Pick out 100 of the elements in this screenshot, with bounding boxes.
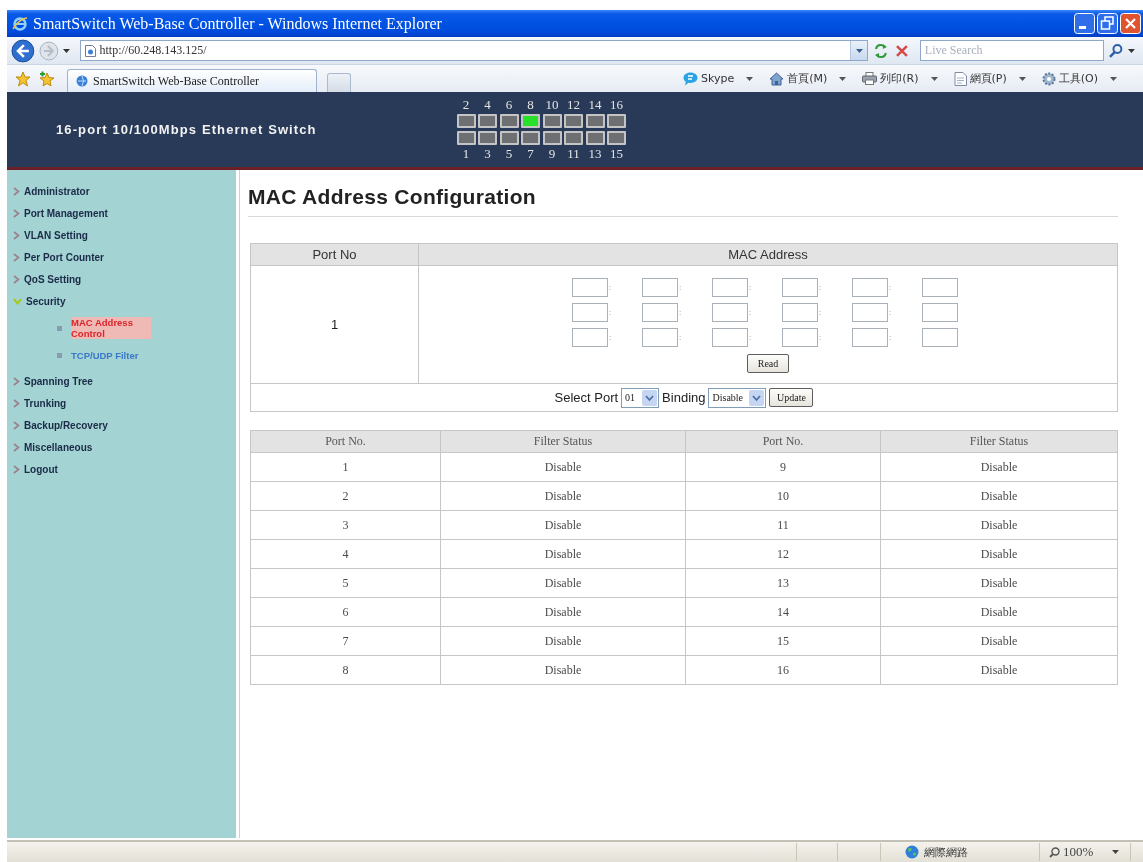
caret-down-icon (839, 76, 847, 81)
globe-icon (76, 75, 88, 87)
table-cell: 8 (250, 655, 441, 685)
back-icon[interactable] (11, 38, 35, 63)
table-cell: 9 (685, 452, 881, 482)
read-button[interactable]: Read (747, 354, 789, 373)
mac-input-field[interactable] (852, 303, 888, 322)
mac-input-field[interactable] (922, 278, 958, 297)
table-cell: Disable (440, 539, 686, 569)
table-cell: 1 (250, 452, 441, 482)
mac-input-field[interactable] (642, 278, 678, 297)
column-header: Filter Status (440, 430, 686, 453)
sidebar-item[interactable]: Trunking (24, 397, 67, 409)
table-cell: 3 (250, 510, 441, 540)
table-cell: 10 (685, 481, 881, 511)
command-button[interactable]: 首頁(M) (769, 71, 847, 86)
mac-input-field[interactable] (572, 278, 608, 297)
table-cell: Disable (880, 510, 1118, 540)
table-cell: Disable (880, 597, 1118, 627)
caret-down-icon (1128, 48, 1135, 53)
table-cell: 11 (685, 510, 881, 540)
command-button[interactable]: 列印(R) (862, 71, 938, 86)
logo-icon (12, 15, 28, 32)
colon-separator: : (609, 333, 612, 342)
sidebar-item[interactable]: Backup/Recovery (24, 419, 108, 431)
table-cell: 15 (685, 626, 881, 656)
sidebar-item[interactable]: Security (26, 295, 66, 307)
gear-icon (1041, 71, 1056, 86)
sidebar-item[interactable]: Administrator (24, 185, 90, 197)
port-number: 8 (527, 99, 534, 111)
colon-separator: : (679, 308, 682, 317)
address-dropdown-button[interactable] (850, 41, 868, 60)
browser-tab[interactable]: SmartSwitch Web-Base Controller (67, 69, 317, 92)
table-cell: 12 (685, 539, 881, 569)
search-icon[interactable] (1108, 42, 1125, 59)
colon-separator: : (889, 308, 892, 317)
command-button[interactable]: Skype (683, 71, 754, 86)
mac-input-field[interactable] (922, 303, 958, 322)
minimize-icon[interactable] (1074, 13, 1095, 34)
table-cell: 13 (685, 568, 881, 598)
mac-input-field[interactable] (572, 303, 608, 322)
port-number: 15 (610, 148, 623, 160)
mac-input-field[interactable] (782, 328, 818, 347)
caret-down-icon (1018, 76, 1026, 81)
port-number: 5 (505, 148, 513, 160)
port-select[interactable]: 01 (621, 387, 660, 408)
sidebar-item[interactable]: Spanning Tree (24, 375, 93, 387)
table-cell: Disable (880, 452, 1118, 482)
port-number: 11 (567, 148, 580, 160)
caret-down-icon (62, 48, 70, 53)
command-button[interactable]: 網頁(P) (953, 71, 1026, 86)
zone-label: 網際網路 (924, 844, 968, 860)
mac-input-field[interactable] (852, 328, 888, 347)
mac-input-field[interactable] (712, 278, 748, 297)
column-header: Port No. (250, 430, 441, 453)
close-icon[interactable] (1120, 13, 1141, 34)
new-tab-button[interactable] (327, 73, 351, 92)
add-favorite-icon[interactable] (39, 70, 55, 87)
table-cell: Disable (440, 655, 686, 685)
update-button[interactable]: Update (769, 388, 814, 407)
select-port-label: Select Port (554, 390, 619, 405)
binding-select[interactable]: Disable (708, 387, 767, 408)
colon-separator: : (819, 283, 822, 292)
mac-input-field[interactable] (852, 278, 888, 297)
sidebar-item[interactable]: Logout (24, 463, 58, 475)
port-number: 2 (462, 99, 470, 111)
table-cell: 6 (250, 597, 441, 627)
table-cell: 1 (250, 265, 419, 384)
port-number: 13 (588, 148, 602, 160)
colon-separator: : (819, 333, 822, 342)
mac-input-field[interactable] (642, 328, 678, 347)
column-header: MAC Address (418, 243, 1118, 266)
sidebar-item[interactable]: QoS Setting (24, 273, 82, 285)
star-icon[interactable] (15, 70, 31, 87)
sidebar-item[interactable]: Port Management (24, 207, 108, 219)
mac-input-field[interactable] (782, 278, 818, 297)
refresh-icon[interactable] (872, 41, 890, 60)
port-number: 6 (505, 99, 513, 111)
mac-input-field[interactable] (922, 328, 958, 347)
address-field[interactable]: http://60.248.143.125/ (79, 40, 869, 61)
table-cell: Disable (440, 510, 686, 540)
restore-icon[interactable] (1097, 13, 1118, 34)
mac-input-field[interactable] (712, 303, 748, 322)
port-number: 12 (567, 99, 580, 111)
search-field[interactable]: Live Search (919, 40, 1105, 61)
sidebar-item[interactable]: VLAN Setting (24, 229, 88, 241)
mac-input-field[interactable] (642, 303, 678, 322)
bullet-icon (57, 325, 62, 331)
column-header: Port No. (685, 430, 881, 453)
mac-input-field[interactable] (712, 328, 748, 347)
mac-input-field[interactable] (782, 303, 818, 322)
printer-icon (862, 72, 878, 85)
sidebar-item[interactable]: Miscellaneous (24, 441, 93, 453)
command-button[interactable]: 工具(O) (1041, 71, 1117, 86)
page-icon (84, 44, 96, 57)
sidebar-item[interactable]: Per Port Counter (24, 251, 104, 263)
mac-input-field[interactable] (572, 328, 608, 347)
port-number: 14 (588, 99, 602, 111)
table-cell: 14 (685, 597, 881, 627)
zoom-button[interactable]: 100% (1049, 844, 1120, 860)
